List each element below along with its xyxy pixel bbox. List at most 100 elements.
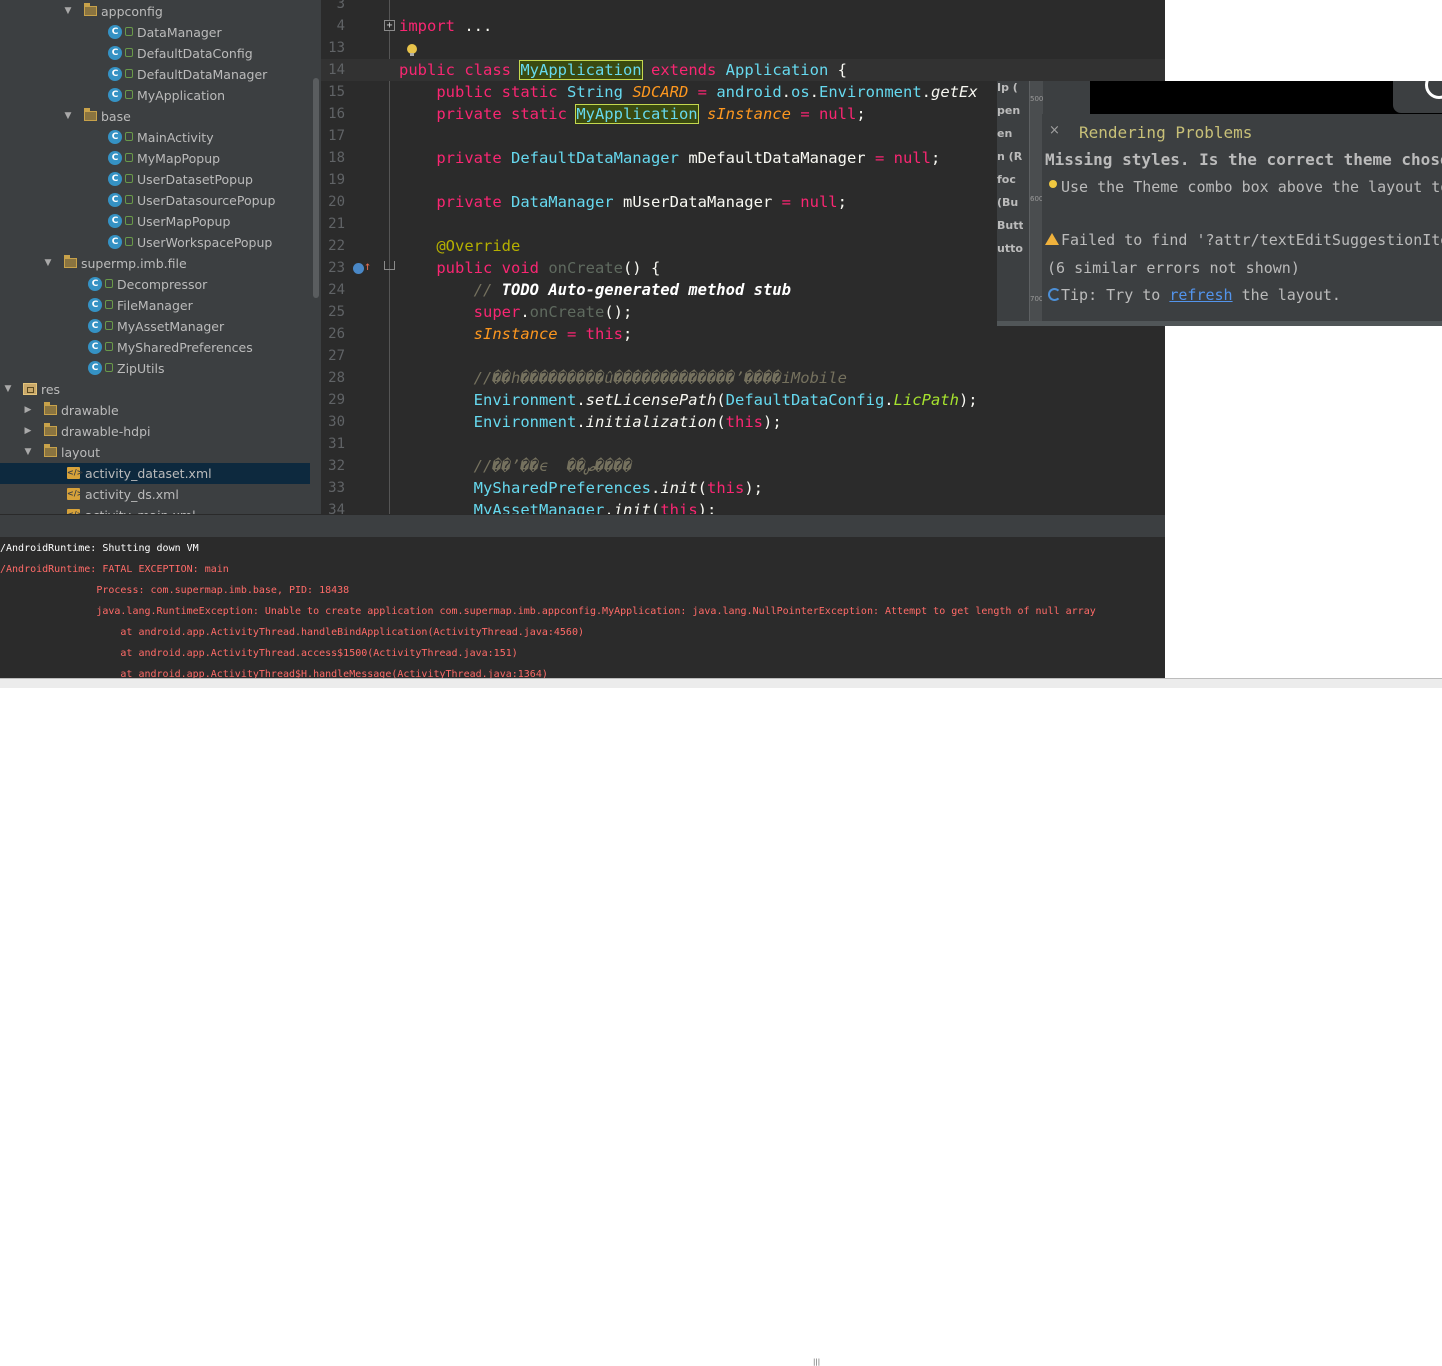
code-token: (: [650, 501, 661, 514]
code-line[interactable]: 26 sInstance = this;: [321, 323, 1165, 345]
tree-item[interactable]: C DefaultDataConfig: [0, 43, 310, 64]
expand-arrow-icon[interactable]: ▼: [2, 379, 14, 400]
tree-item-label: MySharedPreferences: [117, 340, 253, 355]
code-token: sInstance: [706, 105, 791, 123]
resize-grip[interactable]: |||: [813, 1359, 820, 1366]
code-line[interactable]: 30 Environment.initialization(this);: [321, 411, 1165, 433]
fold-collapse-icon[interactable]: [384, 261, 395, 270]
class-icon: C: [108, 151, 122, 165]
tree-item[interactable]: C UserDatasetPopup: [0, 169, 310, 190]
console-toolbar[interactable]: [0, 514, 1165, 538]
palette-item[interactable]: Butt: [997, 219, 1023, 232]
code-line[interactable]: 14 public class MyApplication extends App…: [321, 59, 1165, 81]
tree-item[interactable]: </> activity_dataset.xml: [0, 463, 310, 484]
palette-item[interactable]: Ip (: [997, 81, 1023, 94]
expand-arrow-icon[interactable]: ▼: [42, 253, 54, 274]
palette-item[interactable]: utto: [997, 242, 1023, 255]
code-line[interactable]: 27: [321, 345, 1165, 367]
code-line[interactable]: 13: [321, 37, 1165, 59]
fold-expand-icon[interactable]: +: [384, 20, 395, 31]
project-tree[interactable]: ▼ appconfig C DataManager C DefaultDataConfig…: [0, 0, 321, 514]
tree-item[interactable]: C DefaultDataManager: [0, 64, 310, 85]
palette-item[interactable]: (Bu: [997, 196, 1023, 209]
code-token: //��’��ϵ ��ص����: [399, 457, 633, 475]
line-number: 18: [328, 150, 345, 166]
tree-item[interactable]: ▼ res: [0, 379, 310, 400]
class-icon: C: [108, 67, 122, 81]
tree-item[interactable]: ▼ supermp.imb.file: [0, 253, 310, 274]
code-line[interactable]: 32 //��’��ϵ ��ص����: [321, 455, 1165, 477]
code-line[interactable]: 3: [321, 0, 1165, 15]
expand-arrow-icon[interactable]: ▼: [22, 442, 34, 463]
expand-arrow-icon[interactable]: ▼: [62, 1, 74, 22]
ruler-tick-label: 500: [1030, 95, 1044, 103]
code-token: .: [604, 501, 614, 514]
code-token: .: [884, 391, 894, 409]
layout-xml-icon: </>: [67, 467, 84, 479]
tree-item[interactable]: </> activity_ds.xml: [0, 484, 310, 505]
tree-item[interactable]: ▼ layout: [0, 442, 310, 463]
code-line[interactable]: 4 import ...: [321, 15, 1165, 37]
collapse-arrow-icon[interactable]: ▶: [22, 400, 34, 421]
code-token: String: [566, 83, 623, 101]
palette-item[interactable]: foc: [997, 173, 1023, 186]
package-folder-icon: [84, 3, 97, 16]
line-number: 4: [336, 18, 345, 34]
tree-item[interactable]: C MySharedPreferences: [0, 337, 310, 358]
code-token: TODO Auto-generated method stub: [501, 281, 791, 299]
close-panel-button[interactable]: ×: [1049, 123, 1060, 138]
tree-item[interactable]: C DataManager: [0, 22, 310, 43]
palette-item[interactable]: en: [997, 127, 1023, 140]
tip-prefix: Tip: Try to: [1061, 286, 1170, 304]
code-line[interactable]: 28 //��h���������û�������������’����iMob…: [321, 367, 1165, 389]
access-lock-icon: [125, 69, 133, 78]
tree-item[interactable]: C MyAssetManager: [0, 316, 310, 337]
code-token: ;: [622, 325, 633, 343]
code-token: onCreate: [529, 303, 605, 321]
tree-item[interactable]: C ZipUtils: [0, 358, 310, 379]
line-number: 24: [328, 282, 345, 298]
tree-item[interactable]: C UserWorkspacePopup: [0, 232, 310, 253]
code-token: DataManager: [510, 193, 614, 211]
tree-scrollbar[interactable]: [313, 78, 319, 298]
tree-item-label: drawable: [61, 403, 119, 418]
code-token: .: [809, 83, 820, 101]
collapse-arrow-icon[interactable]: ▶: [22, 421, 34, 442]
code-text: public void onCreate() {: [399, 257, 660, 279]
tree-item[interactable]: </>activity_main.xml: [0, 505, 310, 514]
tree-item[interactable]: C Decompressor: [0, 274, 310, 295]
code-token: public class: [399, 61, 521, 79]
code-token: mDefaultDataManager: [688, 149, 866, 167]
line-number: 20: [328, 194, 345, 210]
code-line[interactable]: 29 Environment.setLicensePath(DefaultDat…: [321, 389, 1165, 411]
tree-item[interactable]: C UserDatasourcePopup: [0, 190, 310, 211]
tree-item[interactable]: C FileManager: [0, 295, 310, 316]
code-line[interactable]: 34 MyAssetManager.init(this);: [321, 499, 1165, 514]
line-number: 32: [328, 458, 345, 474]
code-token: (: [716, 391, 726, 409]
tree-item[interactable]: C MainActivity: [0, 127, 310, 148]
tree-item[interactable]: ▶ drawable: [0, 400, 310, 421]
tree-item[interactable]: ▼ base: [0, 106, 310, 127]
zoom-button[interactable]: [1393, 71, 1442, 113]
class-icon: C: [88, 319, 102, 333]
tree-item[interactable]: ▼ appconfig: [0, 1, 310, 22]
expand-arrow-icon[interactable]: ▼: [62, 106, 74, 127]
tree-item[interactable]: C MyMapPopup: [0, 148, 310, 169]
code-text: MyAssetManager.init(this);: [399, 499, 717, 514]
code-line[interactable]: 31: [321, 433, 1165, 455]
palette-item[interactable]: n (R: [997, 150, 1023, 163]
code-token: DefaultDataManager: [510, 149, 679, 167]
tree-item[interactable]: C MyApplication: [0, 85, 310, 106]
tree-item[interactable]: ▶ drawable-hdpi: [0, 421, 310, 442]
tree-item[interactable]: C UserMapPopup: [0, 211, 310, 232]
code-line[interactable]: 33 MySharedPreferences.init(this);: [321, 477, 1165, 499]
tree-item-label: UserDatasourcePopup: [137, 193, 276, 208]
refresh-link[interactable]: refresh: [1169, 286, 1232, 304]
override-method-icon[interactable]: [353, 263, 364, 274]
lightbulb-icon[interactable]: [407, 44, 417, 56]
palette-item[interactable]: pen: [997, 104, 1023, 117]
logcat-console[interactable]: /AndroidRuntime: Shutting down VM/Androi…: [0, 537, 1165, 678]
